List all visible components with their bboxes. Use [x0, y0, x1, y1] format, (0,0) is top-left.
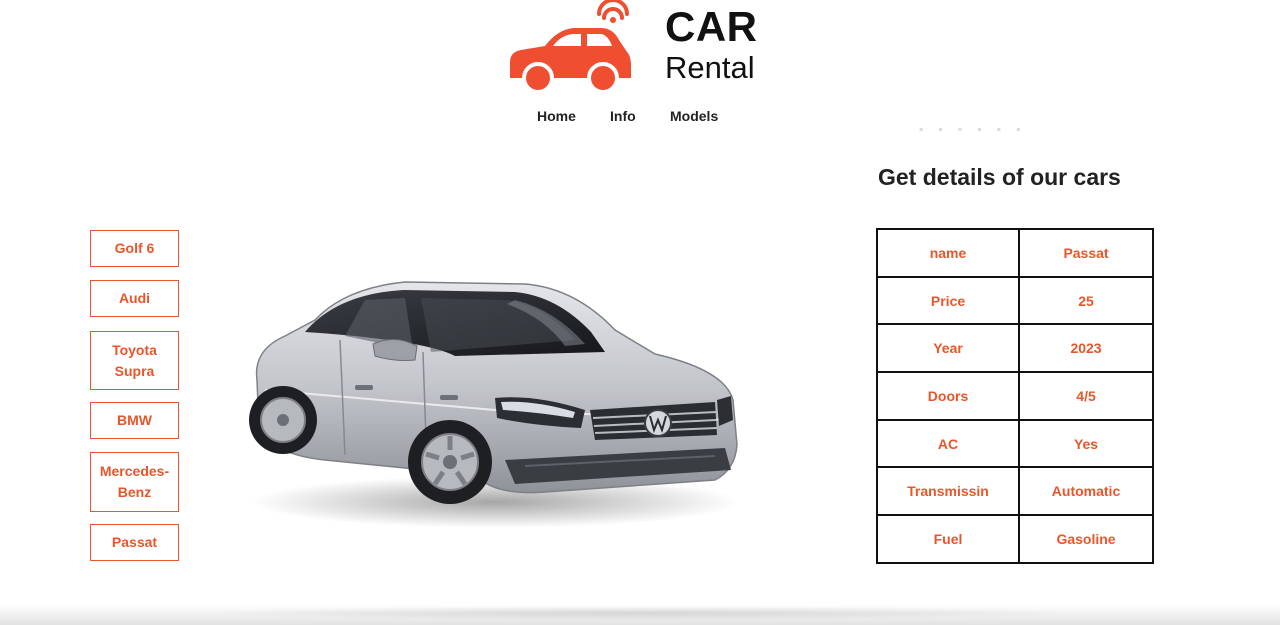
nav-models[interactable]: Models	[670, 108, 718, 124]
detail-value: 2023	[1018, 323, 1154, 374]
page: CAR Rental Home Info Models Golf 6 Audi …	[0, 0, 1280, 625]
detail-value: 25	[1018, 275, 1154, 326]
table-row: Transmissin Automatic	[875, 466, 1154, 517]
car-image	[245, 270, 745, 535]
main-nav: Home Info Models	[0, 108, 1280, 128]
brand-subtitle: Rental	[665, 50, 755, 85]
table-row: name Passat	[875, 228, 1154, 278]
model-button-audi[interactable]: Audi	[90, 280, 179, 317]
logo-text: CAR Rental	[665, 3, 758, 85]
detail-value: Yes	[1018, 418, 1154, 469]
details-title: Get details of our cars	[878, 164, 1121, 190]
detail-key: Transmissin	[875, 466, 1021, 517]
detail-key: name	[875, 228, 1021, 278]
detail-key: Year	[875, 323, 1021, 374]
bottom-shadow	[0, 604, 1280, 625]
table-row: Year 2023	[875, 323, 1154, 374]
detail-key: Fuel	[875, 514, 1021, 564]
detail-value: Passat	[1018, 228, 1154, 278]
detail-key: Doors	[875, 371, 1021, 421]
silver-sedan-image	[249, 281, 740, 528]
car-wifi-icon	[510, 0, 631, 94]
nav-info[interactable]: Info	[610, 108, 636, 124]
table-row: Fuel Gasoline	[875, 514, 1154, 564]
detail-key: AC	[875, 418, 1021, 469]
model-button-bmw[interactable]: BMW	[90, 402, 179, 439]
model-button-mercedes-benz[interactable]: Mercedes-Benz	[90, 452, 179, 512]
nav-home[interactable]: Home	[537, 108, 576, 124]
logo[interactable]: CAR Rental	[505, 0, 775, 98]
detail-value: 4/5	[1018, 371, 1154, 421]
table-row: AC Yes	[875, 418, 1154, 469]
model-button-toyota-supra[interactable]: Toyota Supra	[90, 331, 179, 390]
faded-heading-remnant: · · · · · ·	[918, 128, 1026, 142]
brand-title: CAR	[665, 3, 758, 50]
model-button-golf-6[interactable]: Golf 6	[90, 230, 179, 267]
details-table: name Passat Price 25 Year 2023 Doors 4/5…	[875, 228, 1154, 564]
detail-value: Automatic	[1018, 466, 1154, 517]
detail-key: Price	[875, 275, 1021, 326]
table-row: Price 25	[875, 275, 1154, 326]
model-button-passat[interactable]: Passat	[90, 524, 179, 561]
table-row: Doors 4/5	[875, 371, 1154, 421]
detail-value: Gasoline	[1018, 514, 1154, 564]
